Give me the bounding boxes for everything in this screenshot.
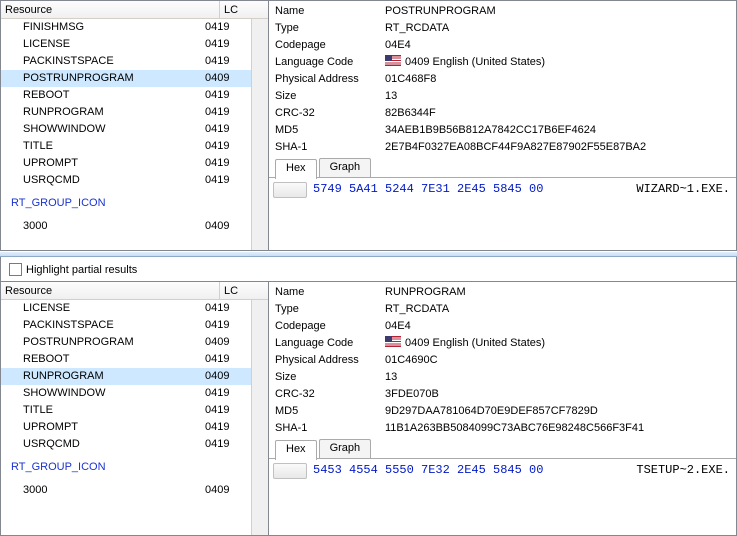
tree-row[interactable]: USRQCMD0419 (1, 436, 251, 453)
prop-key: Size (275, 88, 385, 105)
tree-row[interactable]: PACKINSTSPACE0419 (1, 317, 251, 334)
prop-key: MD5 (275, 122, 385, 139)
prop-key: Physical Address (275, 352, 385, 369)
tab-graph[interactable]: Graph (319, 158, 372, 177)
tabs: Hex Graph (269, 156, 736, 178)
resource-tree: Resource LC LICENSE0419 PACKINSTSPACE041… (1, 282, 269, 535)
prop-value: 9D297DAA781064D70E9DEF857CF7829D (385, 403, 736, 420)
column-lc[interactable]: LC (220, 1, 268, 18)
tree-body[interactable]: LICENSE0419 PACKINSTSPACE0419 POSTRUNPRO… (1, 300, 251, 535)
highlight-label[interactable]: Highlight partial results (26, 264, 137, 276)
tree-row[interactable]: POSTRUNPROGRAM0409 (1, 334, 251, 351)
hex-view[interactable]: 5749 5A41 5244 7E31 2E45 5845 00 WIZARD~… (269, 178, 736, 202)
tree-row[interactable]: TITLE0419 (1, 402, 251, 419)
prop-value: 34AEB1B9B56B812A7842CC17B6EF4624 (385, 122, 736, 139)
prop-key: SHA-1 (275, 420, 385, 437)
resource-tree: Resource LC FINISHMSG0419 LICENSE0419 PA… (1, 1, 269, 250)
prop-key: Type (275, 20, 385, 37)
prop-value: 2E7B4F0327EA08BCF44F9A827E87902F55E87BA2 (385, 139, 736, 156)
prop-value: 04E4 (385, 37, 736, 54)
flag-us-icon (385, 55, 401, 66)
tree-scrollbar[interactable] (251, 19, 268, 250)
prop-key: Type (275, 301, 385, 318)
prop-key: CRC-32 (275, 105, 385, 122)
hex-ascii: WIZARD~1.EXE. (636, 182, 736, 198)
tree-header: Resource LC (1, 282, 268, 300)
prop-value: 01C468F8 (385, 71, 736, 88)
tab-hex[interactable]: Hex (275, 159, 317, 179)
prop-value: RT_RCDATA (385, 301, 736, 318)
column-resource[interactable]: Resource (1, 282, 220, 299)
tree-row[interactable]: UPROMPT0419 (1, 419, 251, 436)
tree-row[interactable]: FINISHMSG0419 (1, 19, 251, 36)
prop-value: 04E4 (385, 318, 736, 335)
prop-key: SHA-1 (275, 139, 385, 156)
tree-row[interactable]: SHOWWINDOW0419 (1, 121, 251, 138)
tree-header: Resource LC (1, 1, 268, 19)
details-panel: NamePOSTRUNPROGRAM TypeRT_RCDATA Codepag… (269, 1, 736, 250)
column-lc[interactable]: LC (220, 282, 268, 299)
prop-value: POSTRUNPROGRAM (385, 3, 736, 20)
prop-value: 82B6344F (385, 105, 736, 122)
prop-value: RUNPROGRAM (385, 284, 736, 301)
details-panel: NameRUNPROGRAM TypeRT_RCDATA Codepage04E… (269, 282, 736, 535)
tabs: Hex Graph (269, 437, 736, 459)
tree-body[interactable]: FINISHMSG0419 LICENSE0419 PACKINSTSPACE0… (1, 19, 251, 250)
tree-row[interactable]: SHOWWINDOW0419 (1, 385, 251, 402)
prop-value: RT_RCDATA (385, 20, 736, 37)
tree-row[interactable]: PACKINSTSPACE0419 (1, 53, 251, 70)
prop-key: Physical Address (275, 71, 385, 88)
prop-value: 13 (385, 88, 736, 105)
highlight-checkbox[interactable] (9, 263, 22, 276)
tree-row[interactable]: REBOOT0419 (1, 351, 251, 368)
hex-ascii: TSETUP~2.EXE. (636, 463, 736, 479)
prop-value: 0409 English (United States) (385, 54, 736, 71)
tab-graph[interactable]: Graph (319, 439, 372, 458)
prop-value: 3FDE070B (385, 386, 736, 403)
prop-key: Codepage (275, 318, 385, 335)
highlight-option: Highlight partial results (1, 257, 736, 281)
tree-row[interactable]: 30000409 (1, 482, 251, 499)
tree-row[interactable]: TITLE0419 (1, 138, 251, 155)
flag-us-icon (385, 336, 401, 347)
tree-row[interactable]: USRQCMD0419 (1, 172, 251, 189)
prop-value: 0409 English (United States) (385, 335, 736, 352)
column-resource[interactable]: Resource (1, 1, 220, 18)
tree-row[interactable]: LICENSE0419 (1, 36, 251, 53)
prop-value: 13 (385, 369, 736, 386)
prop-value: 01C4690C (385, 352, 736, 369)
tree-row[interactable]: UPROMPT0419 (1, 155, 251, 172)
prop-key: Language Code (275, 335, 385, 352)
prop-key: Name (275, 3, 385, 20)
tree-row[interactable]: POSTRUNPROGRAM0409 (1, 70, 251, 87)
hex-view[interactable]: 5453 4554 5550 7E32 2E45 5845 00 TSETUP~… (269, 459, 736, 483)
prop-key: Codepage (275, 37, 385, 54)
tree-group[interactable]: RT_GROUP_ICON (1, 195, 251, 212)
property-table: NamePOSTRUNPROGRAM TypeRT_RCDATA Codepag… (269, 1, 736, 156)
prop-key: Language Code (275, 54, 385, 71)
tree-row[interactable]: REBOOT0419 (1, 87, 251, 104)
resource-pane-bottom: Resource LC LICENSE0419 PACKINSTSPACE041… (0, 281, 737, 536)
prop-key: CRC-32 (275, 386, 385, 403)
tree-row[interactable]: 30000409 (1, 218, 251, 235)
tab-hex[interactable]: Hex (275, 440, 317, 460)
hex-offset-icon (273, 463, 307, 479)
tree-row[interactable]: LICENSE0419 (1, 300, 251, 317)
tree-row[interactable]: RUNPROGRAM0409 (1, 368, 251, 385)
hex-bytes: 5749 5A41 5244 7E31 2E45 5845 00 (313, 182, 543, 198)
prop-key: Name (275, 284, 385, 301)
tree-scrollbar[interactable] (251, 300, 268, 535)
prop-key: MD5 (275, 403, 385, 420)
tree-row[interactable]: RUNPROGRAM0419 (1, 104, 251, 121)
resource-pane-top: Resource LC FINISHMSG0419 LICENSE0419 PA… (0, 0, 737, 251)
prop-value: 11B1A263BB5084099C73ABC76E98248C566F3F41 (385, 420, 736, 437)
hex-bytes: 5453 4554 5550 7E32 2E45 5845 00 (313, 463, 543, 479)
property-table: NameRUNPROGRAM TypeRT_RCDATA Codepage04E… (269, 282, 736, 437)
prop-key: Size (275, 369, 385, 386)
tree-group[interactable]: RT_GROUP_ICON (1, 459, 251, 476)
hex-offset-icon (273, 182, 307, 198)
